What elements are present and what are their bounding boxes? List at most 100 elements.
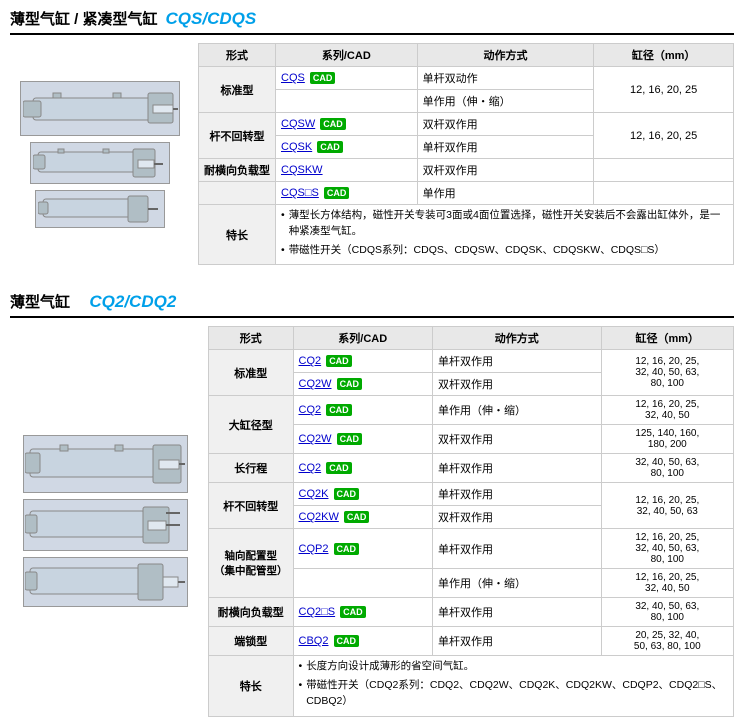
table-row: 长行程 CQ2 CAD 单杆双作用 32, 40, 50, 63,80, 100 — [209, 454, 734, 483]
cqss-link[interactable]: CQS□S — [281, 187, 319, 199]
table-row: 标准型 CQ2 CAD 单杆双作用 12, 16, 20, 25,32, 40,… — [209, 350, 734, 373]
cq2w-link[interactable]: CQ2W — [299, 378, 332, 390]
cqs-image-3 — [35, 190, 165, 228]
cq2-diameter-large2: 125, 140, 160,180, 200 — [601, 425, 733, 454]
cqp2-badge[interactable]: CAD — [334, 543, 360, 555]
table-row: CQS□S CAD 单作用 — [199, 182, 734, 205]
table-row: 耐横向负载型 CQ2□S CAD 单杆双作用 32, 40, 50, 63,80… — [209, 598, 734, 627]
cqs-title-en: CQS/CDQS — [166, 9, 257, 29]
cq2-image-1 — [23, 435, 188, 493]
cqs-col-diameter: 缸径（mm） — [594, 44, 734, 67]
cq2s-link-cell: CQ2□S CAD — [293, 598, 432, 627]
cbq2-badge[interactable]: CAD — [334, 635, 360, 647]
cq2-diameter-longstroke: 32, 40, 50, 63,80, 100 — [601, 454, 733, 483]
cq2-large1-action: 单作用（伸・缩） — [432, 396, 601, 425]
cqs-cqsk-link-cell: CQSK CAD — [276, 136, 418, 159]
cq2k-badge[interactable]: CAD — [334, 488, 360, 500]
cq2-image-2 — [23, 499, 188, 551]
cqs-diameter-standard: 12, 16, 20, 25 — [594, 67, 734, 113]
table-row: 杆不回转型 CQSW CAD 双杆双作用 12, 16, 20, 25 — [199, 113, 734, 136]
cqs-table: 形式 系列/CAD 动作方式 缸径（mm） 标准型 CQS CAD 单杆双动作 … — [198, 43, 734, 265]
cqp2-diameter2: 12, 16, 20, 25,32, 40, 50 — [601, 569, 733, 598]
cq2w-large2-link[interactable]: CQ2W — [299, 433, 332, 445]
cbq2-link-cell: CBQ2 CAD — [293, 627, 432, 656]
cqs-link[interactable]: CQS — [281, 72, 305, 84]
cq2-longstroke-link[interactable]: CQ2 — [299, 462, 322, 474]
cq2-diameter-large1: 12, 16, 20, 25,32, 40, 50 — [601, 396, 733, 425]
cq2kw-action: 双杆双作用 — [432, 506, 601, 529]
cqsw-link[interactable]: CQSW — [281, 118, 315, 130]
cbq2-link[interactable]: CBQ2 — [299, 635, 329, 647]
cqs-cad-badge[interactable]: CAD — [310, 72, 336, 84]
cqs-empty-link-cell — [276, 90, 418, 113]
cq2-title-en: CQ2/CDQ2 — [89, 292, 176, 312]
cq2-col-series: 系列/CAD — [293, 327, 432, 350]
cqs-feature-content: • 薄型长方体结构，磁性开关专装可3面或4面位置选择，磁性开关安装后不会露出缸体… — [276, 205, 734, 265]
cqs-diameter-norotate: 12, 16, 20, 25 — [594, 113, 734, 159]
cq2w-action: 双杆双作用 — [432, 373, 601, 396]
cqs-diameter-lateral — [594, 159, 734, 182]
cq2-title-cn: 薄型气缸 — [10, 291, 70, 312]
cqs-cqss-link-cell: CQS□S CAD — [276, 182, 418, 205]
cq2-axial-label: 轴向配置型（集中配管型） — [209, 529, 294, 598]
cqs-feature-row: 特长 • 薄型长方体结构，磁性开关专装可3面或4面位置选择，磁性开关安装后不会露… — [199, 205, 734, 265]
cqsw-action: 双杆双作用 — [417, 113, 594, 136]
cq2-diameter-standard: 12, 16, 20, 25,32, 40, 50, 63,80, 100 — [601, 350, 733, 396]
cqs-image-1 — [20, 81, 180, 136]
table-row: 耐横向负载型 CQSKW 双杆双作用 — [199, 159, 734, 182]
cq2-norotate-label: 杆不回转型 — [209, 483, 294, 529]
cq2w-cad-badge[interactable]: CAD — [337, 378, 363, 390]
cq2-longstroke-badge[interactable]: CAD — [326, 462, 352, 474]
cqs-action-1: 单杆双动作 — [417, 67, 594, 90]
cqsw-cad-badge[interactable]: CAD — [320, 118, 346, 130]
cq2-cq2-link-cell: CQ2 CAD — [293, 350, 432, 373]
cq2s-action: 单杆双作用 — [432, 598, 601, 627]
cq2-standard-label: 标准型 — [209, 350, 294, 396]
cqsk-link[interactable]: CQSK — [281, 141, 312, 153]
cq2-col-diameter: 缸径（mm） — [601, 327, 733, 350]
cqs-lateral-label: 耐横向负载型 — [199, 159, 276, 182]
cq2-longstroke-label: 长行程 — [209, 454, 294, 483]
cq2-body: 形式 系列/CAD 动作方式 缸径（mm） 标准型 CQ2 CAD 单杆双作用 … — [10, 326, 734, 716]
cqss-action: 单作用 — [417, 182, 594, 205]
cqs-standard-label: 标准型 — [199, 67, 276, 113]
cq2s-badge[interactable]: CAD — [340, 606, 366, 618]
cqskw-link[interactable]: CQSKW — [281, 164, 323, 176]
cqs-col-type: 形式 — [199, 44, 276, 67]
cq2kw-badge[interactable]: CAD — [344, 511, 370, 523]
cqp2-link[interactable]: CQP2 — [299, 543, 329, 555]
cq2kw-link[interactable]: CQ2KW — [299, 511, 339, 523]
cqp2-empty-cell — [293, 569, 432, 598]
cq2s-diameter: 32, 40, 50, 63,80, 100 — [601, 598, 733, 627]
cq2k-link[interactable]: CQ2K — [299, 488, 329, 500]
cqs-col-action: 动作方式 — [417, 44, 594, 67]
cq2-largediameter-label: 大缸径型 — [209, 396, 294, 454]
cqs-header: 薄型气缸 / 紧凑型气缸 CQS/CDQS — [10, 8, 734, 35]
cq2-action-1: 单杆双作用 — [432, 350, 601, 373]
cqs-cqs-link-cell: CQS CAD — [276, 67, 418, 90]
cq2-cq2w-link-cell: CQ2W CAD — [293, 373, 432, 396]
cqsk-cad-badge[interactable]: CAD — [317, 141, 343, 153]
cq2-section: 薄型气缸 CQ2/CDQ2 — [0, 283, 744, 724]
cqs-cqskw-link-cell: CQSKW — [276, 159, 418, 182]
table-row: 端锁型 CBQ2 CAD 单杆双作用 20, 25, 32, 40,50, 63… — [209, 627, 734, 656]
cq2k-link-cell: CQ2K CAD — [293, 483, 432, 506]
cq2-endlock-label: 端锁型 — [209, 627, 294, 656]
cqs-body: 形式 系列/CAD 动作方式 缸径（mm） 标准型 CQS CAD 单杆双动作 … — [10, 43, 734, 265]
cqp2-link-cell: CQP2 CAD — [293, 529, 432, 569]
cq2-large1-link[interactable]: CQ2 — [299, 404, 322, 416]
cq2-large1-badge[interactable]: CAD — [326, 404, 352, 416]
cq2-col-type: 形式 — [209, 327, 294, 350]
cq2s-link[interactable]: CQ2□S — [299, 606, 336, 618]
cq2-bullet-2: • 带磁性开关（CDQ2系列：CDQ2、CDQ2W、CDQ2K、CDQ2KW、C… — [299, 678, 729, 710]
cbq2-diameter: 20, 25, 32, 40,50, 63, 80, 100 — [601, 627, 733, 656]
cq2-cad-badge[interactable]: CAD — [326, 355, 352, 367]
cq2-images — [10, 326, 200, 716]
cqss-cad-badge[interactable]: CAD — [324, 187, 350, 199]
cq2-link[interactable]: CQ2 — [299, 355, 322, 367]
cq2-diameter-norotate: 12, 16, 20, 25,32, 40, 50, 63 — [601, 483, 733, 529]
cq2-longstroke-action: 单杆双作用 — [432, 454, 601, 483]
cq2-large1-link-cell: CQ2 CAD — [293, 396, 432, 425]
cq2w-large2-badge[interactable]: CAD — [337, 433, 363, 445]
cq2k-action: 单杆双作用 — [432, 483, 601, 506]
